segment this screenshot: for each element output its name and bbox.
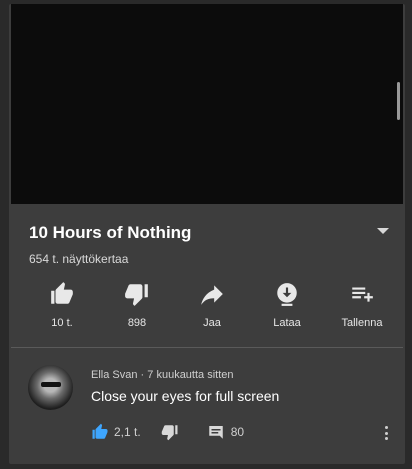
comment-like-count: 2,1 t.	[114, 425, 141, 439]
comment-dislike-button[interactable]	[161, 423, 179, 441]
divider	[11, 347, 403, 348]
thumb-up-icon	[49, 279, 75, 309]
scrollbar-thumb[interactable]	[397, 82, 400, 120]
thumb-up-icon	[91, 423, 109, 441]
video-title: 10 Hours of Nothing	[29, 223, 192, 242]
more-options-icon[interactable]	[385, 426, 389, 440]
add-to-playlist-icon	[349, 279, 375, 309]
comment-actions: 2,1 t. 80	[91, 422, 244, 442]
thumb-down-icon	[124, 279, 150, 309]
comment: Ella Svan · 7 kuukautta sitten Close you…	[9, 354, 405, 464]
view-count: 654 t. näyttökertaa	[29, 252, 129, 266]
comment-like-button[interactable]: 2,1 t.	[91, 423, 141, 441]
like-button[interactable]: 10 t.	[27, 279, 97, 339]
thumb-down-icon	[161, 423, 179, 441]
comment-meta: Ella Svan · 7 kuukautta sitten	[91, 369, 234, 381]
comment-text: Close your eyes for full screen	[91, 388, 280, 404]
comment-icon	[207, 423, 225, 441]
save-label: Tallenna	[341, 317, 383, 329]
share-icon	[199, 279, 225, 309]
video-player[interactable]	[11, 4, 403, 204]
download-button[interactable]: Lataa	[252, 279, 322, 339]
expand-details-icon[interactable]	[377, 228, 389, 234]
avatar[interactable]	[28, 365, 73, 410]
comment-time: 7 kuukautta sitten	[147, 369, 234, 381]
comment-reply-button[interactable]: 80	[207, 423, 244, 441]
save-button[interactable]: Tallenna	[327, 279, 397, 339]
share-label: Jaa	[203, 317, 221, 329]
dislike-count: 898	[127, 317, 147, 329]
download-label: Lataa	[273, 317, 301, 329]
dislike-button[interactable]: 898	[102, 279, 172, 339]
avatar-glasses	[41, 382, 61, 387]
meta-separator: ·	[140, 369, 145, 381]
app-frame: 10 Hours of Nothing 654 t. näyttökertaa …	[9, 4, 405, 464]
like-count: 10 t.	[51, 317, 73, 329]
share-button[interactable]: Jaa	[177, 279, 247, 339]
download-icon	[274, 279, 300, 309]
comment-author[interactable]: Ella Svan	[91, 369, 137, 381]
reply-count: 80	[230, 425, 245, 439]
video-actions: 10 t. 898 Jaa Lataa Tallenna	[27, 279, 397, 339]
